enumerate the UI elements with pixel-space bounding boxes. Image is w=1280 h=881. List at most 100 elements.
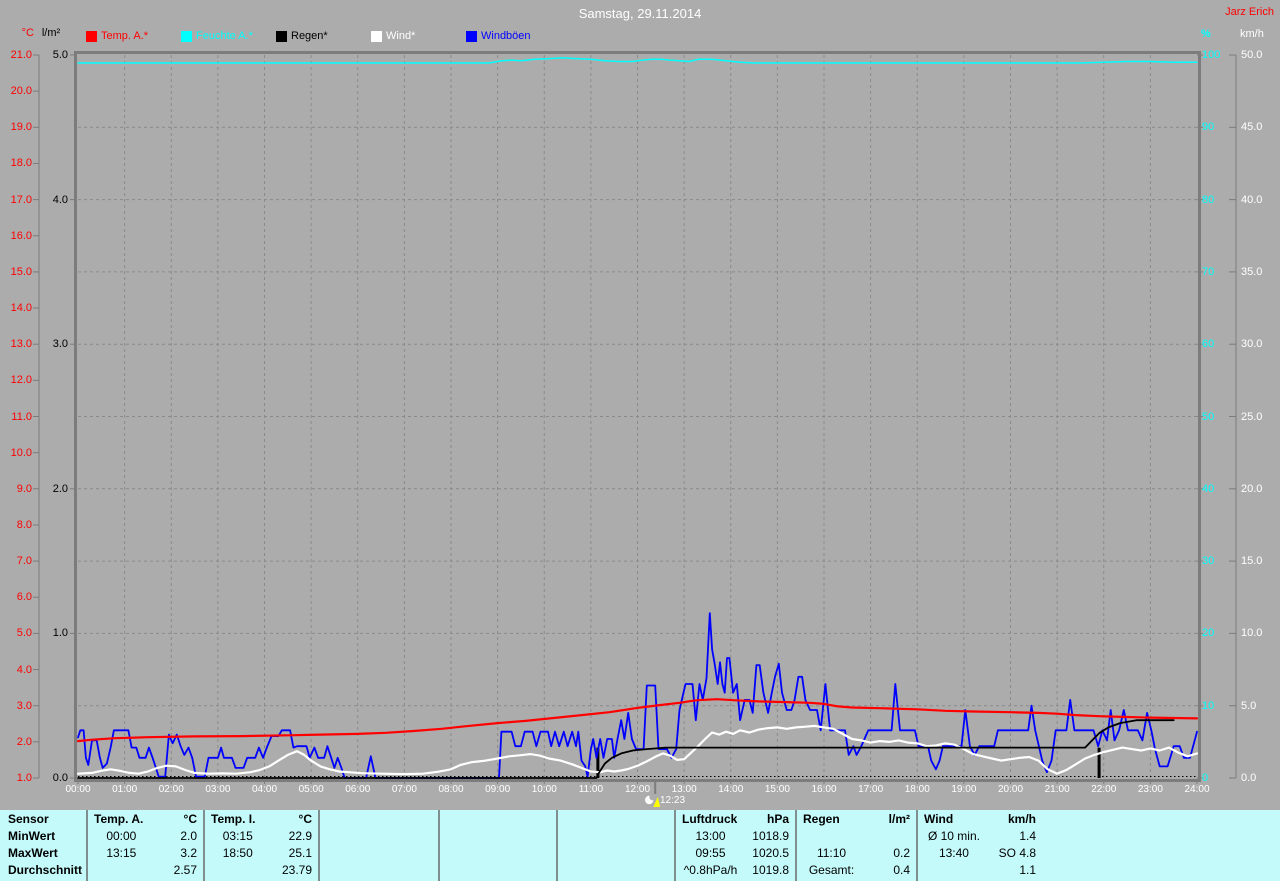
x-axis-tick-label: 09:00: [485, 784, 511, 795]
table-column-name: Temp. I.: [211, 812, 256, 826]
table-cell-time: Gesamt:: [808, 863, 855, 877]
table-row: [440, 845, 556, 862]
x-axis-tick-label: 01:00: [112, 784, 138, 795]
table-cell-time: [88, 862, 155, 879]
temp-axis-tick-label: 12.0: [10, 374, 32, 387]
x-axis-tick-label: 22:00: [1091, 784, 1117, 795]
wind-axis-tick-label: 20.0: [1241, 482, 1263, 495]
table-cell-time: Ø 10 min.: [927, 829, 980, 843]
legend-item: Windböen: [466, 29, 556, 43]
rain-axis-tick-label: 1.0: [52, 627, 68, 640]
legend-item-label: Windböen: [481, 30, 531, 42]
table-row: 1.1: [918, 862, 1042, 879]
table-cell-time: [440, 862, 507, 879]
table-cell-time: 00:00: [106, 829, 137, 843]
temp-axis-tick-label: 15.0: [10, 265, 32, 278]
table-cell-value: 25.1: [288, 846, 312, 860]
wind-axis-tick-label: 25.0: [1241, 410, 1263, 423]
table-cell-time: 13:15: [106, 846, 137, 860]
table-cell-value: 1.1: [1019, 863, 1036, 877]
table-cell-time: [320, 828, 388, 845]
table-row: 13:15 3.2: [88, 845, 203, 862]
table-cell-value: [625, 862, 674, 879]
table-row: 2.57: [88, 862, 203, 879]
table-column-header: Wind km/h: [918, 811, 1042, 828]
x-axis-tick-label: 07:00: [391, 784, 417, 795]
humidity-axis-tick-label: 40: [1202, 482, 1215, 495]
table-cell-value: [507, 845, 556, 862]
table-column-unit: [513, 811, 556, 828]
humidity-axis-tick-label: 80: [1202, 193, 1215, 206]
x-axis-tick-label: 20:00: [997, 784, 1024, 795]
temp-axis-tick-label: 1.0: [16, 772, 32, 784]
table-column: [320, 810, 440, 881]
table-cell-value: 2.0: [180, 829, 197, 843]
table-cell-value: 1.4: [1019, 829, 1036, 843]
table-row: 11:10 0.2: [797, 845, 916, 862]
table-cell-value: [507, 828, 556, 845]
x-axis-tick-label: 21:00: [1044, 784, 1070, 795]
table-cell-time: [440, 828, 507, 845]
table-row-label: Durchschnitt: [8, 863, 83, 877]
humidity-axis-tick-label: 30: [1202, 555, 1215, 568]
temp-axis-tick-label: 20.0: [10, 85, 32, 98]
table-cell-time: 03:15: [222, 829, 253, 843]
table-cell-time: [558, 828, 625, 845]
legend-item: Temp. A.*: [86, 29, 176, 43]
table-cell-value: 1018.9: [752, 829, 789, 843]
legend-item-label: Temp. A.*: [101, 30, 149, 42]
temp-axis-tick-label: 10.0: [10, 446, 32, 459]
temp-axis-tick-label: 17.0: [10, 193, 32, 206]
page-title: Samstag, 29.11.2014: [578, 6, 702, 21]
wind-axis-tick-label: 40.0: [1241, 193, 1263, 206]
table-cell-value: 1019.8: [752, 863, 789, 877]
table-row: Gesamt: 0.4: [797, 862, 916, 879]
table-row: 00:00 2.0: [88, 828, 203, 845]
table-column-name: [320, 811, 394, 828]
table-column: Luftdruck hPa 13:00 1018.9 09:55 1020.5 ^0.8hP…: [676, 810, 797, 881]
table-column-unit: [631, 811, 674, 828]
table-cell-time: [797, 828, 866, 845]
table-cell-value: [866, 828, 916, 845]
table-cell-value: 2.57: [173, 863, 197, 877]
table-row: ^0.8hPa/h 1019.8: [676, 862, 795, 879]
table-row-label: Sensor: [8, 812, 49, 826]
table-cell-value: [625, 828, 674, 845]
table-row: [440, 828, 556, 845]
temp-axis-tick-label: 11.0: [11, 410, 32, 423]
table-row: [558, 828, 674, 845]
temp-axis-tick-label: 21.0: [10, 49, 32, 61]
temp-axis-tick-label: 13.0: [10, 338, 32, 351]
table-row: [320, 862, 438, 879]
x-axis-tick-label: 04:00: [251, 784, 278, 795]
table-column-name: Wind: [924, 812, 954, 826]
table-column: Regen l/m² 11:10 0.2 Gesamt: 0.4: [797, 810, 918, 881]
table-cell-value: 1020.5: [752, 846, 789, 860]
table-row-label: MaxWert: [8, 846, 58, 860]
humidity-axis-tick-label: 60: [1202, 338, 1215, 351]
table-column: Temp. I. °C 03:15 22.9 18:50 25.1 23.79: [205, 810, 320, 881]
table-column-unit: °C: [183, 812, 197, 826]
table-row-label-column: Sensor MinWert MaxWert Durchschnitt: [0, 810, 88, 881]
legend-swatch-icon: [276, 31, 287, 42]
table-cell-value: [388, 845, 438, 862]
table-column-header: [440, 811, 556, 828]
table-cell-value: 3.2: [180, 846, 197, 860]
table-cell-time: [320, 845, 388, 862]
table-cell-time: 13:40: [938, 846, 969, 860]
legend-item: Feuchte A.*: [181, 29, 271, 43]
x-axis-tick-label: 11:00: [578, 784, 604, 795]
table-cell-value: [388, 862, 438, 879]
table-row: [797, 828, 916, 845]
table-column-inner: Wind km/h Ø 10 min. 1.4 13:40 SO 4.8 1.1: [918, 811, 1042, 879]
humidity-axis-tick-label: 10: [1202, 699, 1215, 712]
table-row: [558, 845, 674, 862]
temp-axis-tick-label: 19.0: [10, 121, 32, 134]
legend-swatch-icon: [371, 31, 382, 42]
table-column-header: [558, 811, 674, 828]
x-axis-tick-label: 23:00: [1137, 784, 1163, 795]
table-row: [440, 862, 556, 879]
table-row: [320, 845, 438, 862]
table-column-unit: °C: [298, 812, 312, 826]
plot-canvas: [33, 51, 1237, 807]
